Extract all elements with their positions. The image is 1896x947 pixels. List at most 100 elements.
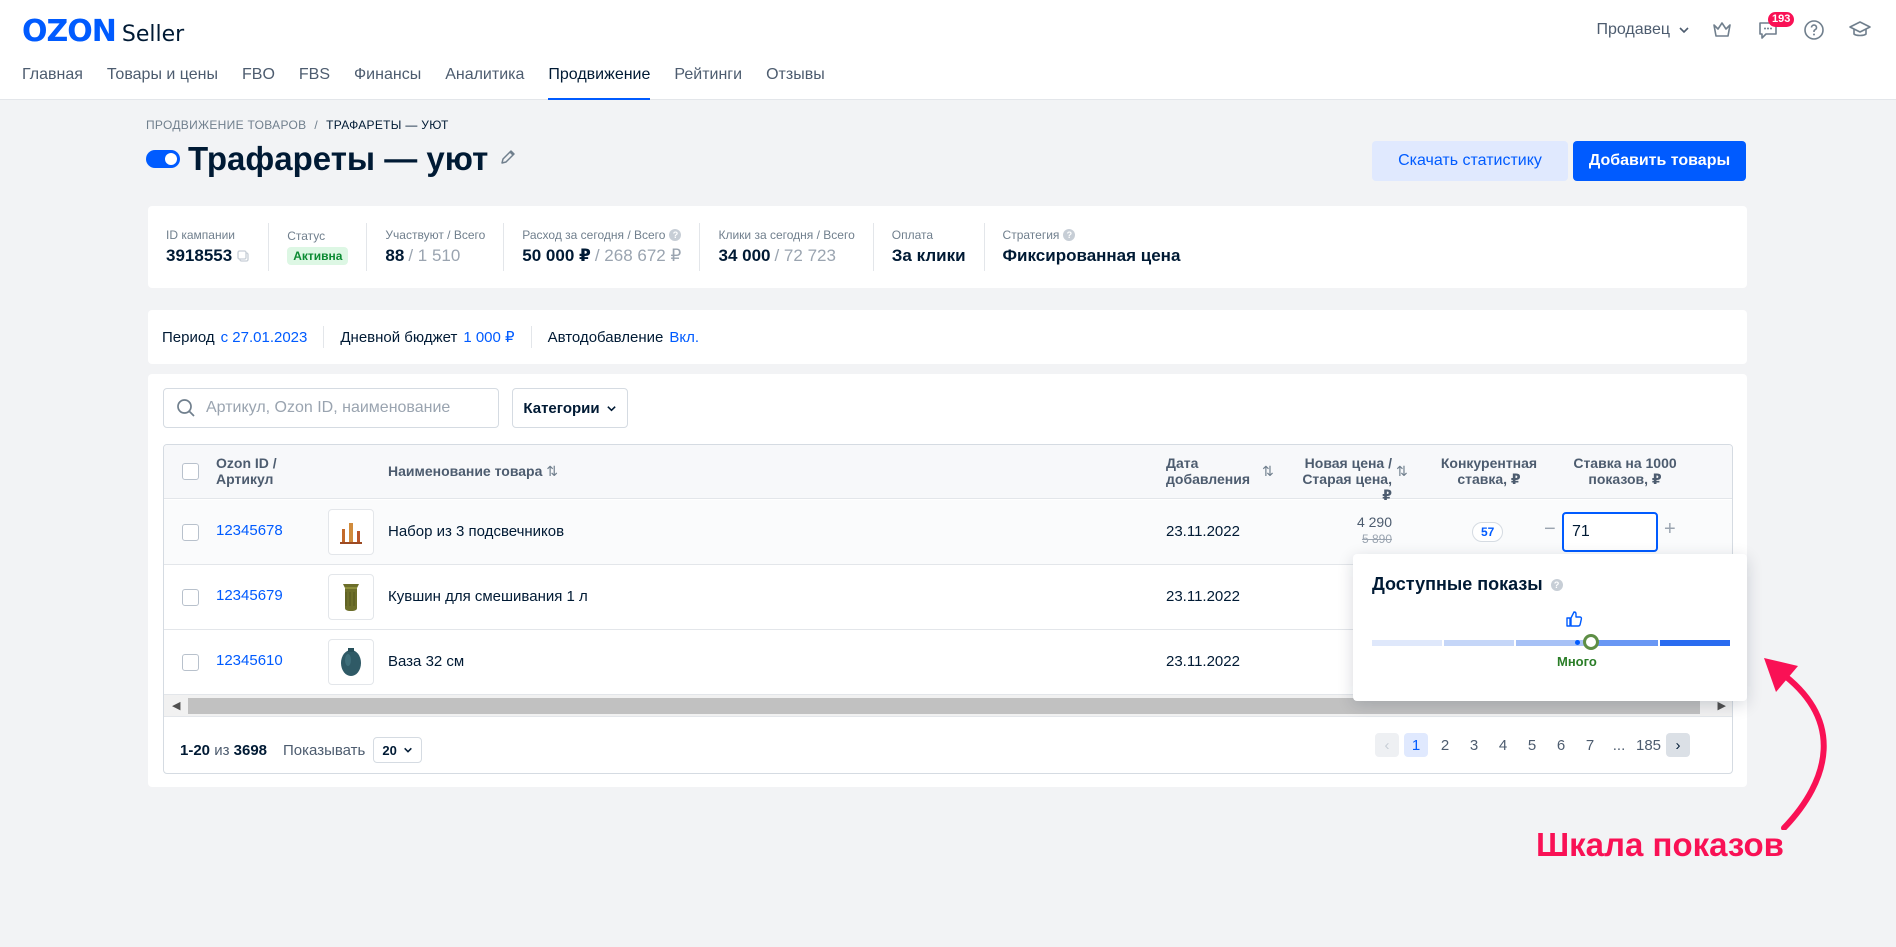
sort-icon[interactable]: ⇅ (546, 463, 558, 479)
budget-item: Дневной бюджет 1 000 ₽ (340, 326, 532, 348)
col-name[interactable]: Наименование товара ⇅ (388, 463, 558, 479)
stat-spend: Расход за сегодня / Всего ? 50 000 ₽ / 2… (504, 223, 701, 271)
budget-value[interactable]: 1 000 ₽ (463, 328, 514, 346)
question-icon[interactable]: ? (669, 229, 682, 241)
campaign-settings-bar: Период с 27.01.2023 Дневной бюджет 1 000… (148, 310, 1747, 364)
autoadd-label: Автодобавление (547, 328, 664, 346)
stat-label: ID кампании (166, 228, 235, 242)
nav-item-fbo[interactable]: FBO (242, 66, 275, 100)
col-price-line2: Старая цена, ₽ (1302, 471, 1392, 503)
clicks-value: 34 000 (718, 246, 771, 265)
nav-item-analytics[interactable]: Аналитика (445, 66, 524, 100)
row-ozon-id[interactable]: 12345610 (216, 652, 283, 669)
pagination: ‹ 1 2 3 4 5 6 7 ... 185 › (1375, 733, 1691, 757)
stat-value: 88 / 1 510 (385, 246, 485, 266)
stat-clicks: Клики за сегодня / Всего 34 000 / 72 723 (700, 223, 874, 271)
page-link[interactable]: 2 (1433, 733, 1457, 757)
page-link[interactable]: 5 (1520, 733, 1544, 757)
row-checkbox[interactable] (182, 654, 199, 671)
add-products-button[interactable]: Добавить товары (1573, 141, 1746, 181)
autoadd-value[interactable]: Вкл. (669, 329, 699, 346)
chat-icon[interactable]: 193 (1754, 12, 1795, 44)
nav-item-home[interactable]: Главная (22, 66, 83, 100)
nav-item-ratings[interactable]: Рейтинги (674, 66, 742, 100)
categories-dropdown[interactable]: Категории (512, 388, 628, 428)
increase-bid-button[interactable]: + (1664, 518, 1676, 541)
col-bid-line2: показов, ₽ (1588, 471, 1662, 487)
stat-value: 50 000 ₽ / 268 672 ₽ (522, 246, 681, 266)
nav-item-fbs[interactable]: FBS (299, 66, 330, 100)
scale-segment (1372, 640, 1442, 646)
help-icon[interactable] (1800, 16, 1828, 44)
strategy-value: Фиксированная цена (1002, 246, 1181, 265)
page-link[interactable]: 3 (1462, 733, 1486, 757)
graduation-cap-icon[interactable] (1846, 16, 1874, 44)
scroll-left-icon[interactable]: ◀ (172, 699, 180, 712)
strategy-label: Стратегия (1002, 228, 1060, 242)
row-ozon-id[interactable]: 12345679 (216, 587, 283, 604)
stat-value: 3918553 (166, 246, 250, 266)
logo[interactable]: OZON Seller (22, 14, 184, 49)
product-image-candlesticks[interactable] (328, 509, 374, 555)
breadcrumb-root[interactable]: ПРОДВИЖЕНИЕ ТОВАРОВ (146, 118, 306, 132)
question-icon[interactable]: ? (1550, 578, 1563, 591)
sort-icon[interactable]: ⇅ (1262, 463, 1274, 479)
page-link[interactable]: 4 (1491, 733, 1515, 757)
page-link[interactable]: 1 (1404, 733, 1428, 757)
participants-value: 88 (385, 246, 405, 265)
stat-payment: Оплата За клики (874, 223, 985, 271)
budget-label: Дневной бюджет (340, 328, 458, 346)
select-all-checkbox[interactable] (182, 463, 199, 480)
nav-item-finance[interactable]: Финансы (354, 66, 421, 100)
row-checkbox[interactable] (182, 524, 199, 541)
col-bid: Ставка на 1000 показов, ₽ (1560, 455, 1690, 487)
product-image-vase[interactable] (328, 639, 374, 685)
period-value[interactable]: с 27.01.2023 (221, 329, 308, 346)
next-page-button[interactable]: › (1666, 733, 1691, 757)
search-field[interactable] (163, 388, 499, 428)
period-item: Период с 27.01.2023 (162, 326, 325, 348)
row-product-name: Кувшин для смешивания 1 л (388, 588, 588, 605)
col-ozon-id[interactable]: Ozon ID / Артикул (216, 455, 277, 487)
nav-item-promotion[interactable]: Продвижение (548, 66, 651, 100)
download-stats-button[interactable]: Скачать статистику (1372, 141, 1568, 181)
page-link[interactable]: 185 (1636, 733, 1661, 757)
pencil-icon[interactable] (498, 147, 518, 172)
col-comp-line1: Конкурентная (1440, 455, 1538, 471)
stat-value: 34 000 / 72 723 (718, 246, 854, 266)
show-label: Показывать (283, 741, 366, 759)
stat-label: Клики за сегодня / Всего (718, 228, 855, 242)
payment-value: За клики (891, 246, 966, 265)
question-icon[interactable]: ? (1063, 229, 1076, 241)
search-input[interactable] (206, 399, 466, 417)
nav-item-reviews[interactable]: Отзывы (766, 66, 825, 100)
product-image-pitcher[interactable] (328, 574, 374, 620)
stat-strategy: Стратегия ? Фиксированная цена (985, 223, 1199, 271)
table-header: Ozon ID / Артикул Наименование товара ⇅ … (164, 445, 1732, 503)
copy-icon[interactable] (236, 249, 250, 263)
competitive-bid-badge: 57 (1472, 522, 1504, 542)
bid-input[interactable] (1562, 512, 1658, 552)
row-checkbox[interactable] (182, 589, 199, 606)
page-link[interactable]: 7 (1578, 733, 1602, 757)
campaign-toggle[interactable] (146, 150, 180, 168)
row-ozon-id[interactable]: 12345678 (216, 522, 283, 539)
status-badge: Активна (287, 247, 349, 265)
chevron-down-icon (1679, 27, 1689, 34)
decrease-bid-button[interactable]: − (1544, 518, 1556, 541)
page-link[interactable]: 6 (1549, 733, 1573, 757)
table-footer-summary: 1-20 из 3698 Показывать 20 (180, 737, 422, 763)
col-date[interactable]: Дата добавления (1166, 455, 1250, 487)
stat-label: Стратегия ? (1003, 228, 1181, 242)
col-price[interactable]: Новая цена / Старая цена, ₽ (1292, 455, 1392, 503)
categories-label: Категории (523, 399, 600, 417)
seller-menu[interactable]: Продавец (1596, 21, 1690, 39)
crown-icon[interactable] (1708, 16, 1736, 44)
popover-title: Доступные показы ? (1372, 574, 1563, 595)
logo-brand: OZON (22, 14, 117, 49)
sort-icon[interactable]: ⇅ (1396, 463, 1408, 479)
prev-page-button[interactable]: ‹ (1375, 733, 1399, 757)
nav-item-products[interactable]: Товары и цены (107, 66, 218, 100)
per-page-select[interactable]: 20 (373, 737, 422, 763)
clicks-total: / 72 723 (774, 246, 836, 265)
